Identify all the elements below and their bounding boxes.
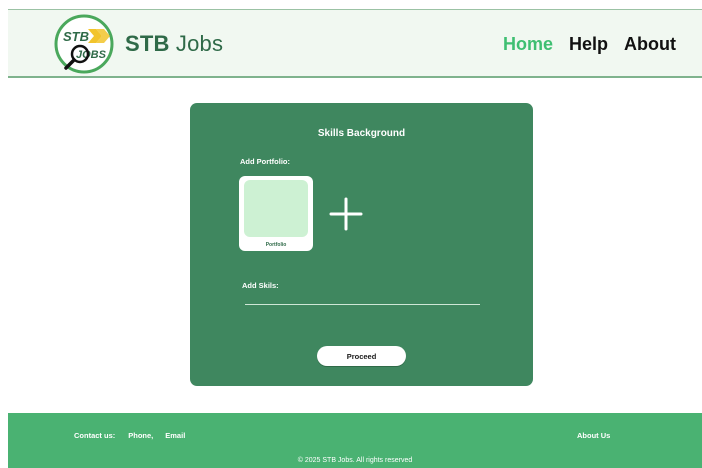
footer: Contact us: Phone, Email About Us © 2025 S… xyxy=(8,413,702,468)
copyright-text: © 2025 STB Jobs. All rights reserved xyxy=(297,457,413,464)
card-title: Skills Background xyxy=(317,128,406,139)
logo[interactable]: STB JOBS xyxy=(54,14,114,74)
nav-home[interactable]: Home xyxy=(503,34,553,55)
nav-help[interactable]: Help xyxy=(569,34,608,55)
contact-phone-link[interactable]: Phone, xyxy=(128,431,153,440)
brand-rest: Jobs xyxy=(169,31,224,56)
logo-text-bottom: JOBS xyxy=(76,49,107,61)
skills-card: Skills Background Add Portfolio: Portfol… xyxy=(190,103,533,386)
stb-logo-icon: STB JOBS xyxy=(54,14,114,74)
nav-about[interactable]: About xyxy=(624,34,676,55)
brand-name: STB Jobs xyxy=(125,31,223,57)
portfolio-preview xyxy=(244,180,308,237)
header-bar: STB JOBS STB Jobs Home Help About xyxy=(8,9,702,78)
logo-text-top: STB xyxy=(63,29,89,44)
footer-contact: Contact us: Phone, Email xyxy=(74,431,185,440)
plus-icon xyxy=(329,197,363,231)
footer-about-us-link[interactable]: About Us xyxy=(577,431,610,440)
contact-email-link[interactable]: Email xyxy=(165,431,185,440)
contact-label: Contact us: xyxy=(74,431,116,440)
skills-label: Add Skils: xyxy=(242,281,279,290)
portfolio-label: Add Portfolio: xyxy=(240,157,290,166)
portfolio-tile[interactable]: Portfolio xyxy=(239,176,313,251)
add-portfolio-button[interactable] xyxy=(328,196,364,232)
proceed-button[interactable]: Proceed xyxy=(317,346,406,366)
portfolio-caption: Portfolio xyxy=(265,242,287,248)
main-nav: Home Help About xyxy=(503,34,676,55)
brand-bold: STB xyxy=(125,31,170,56)
page: STB JOBS STB Jobs Home Help About Skills… xyxy=(0,0,702,468)
skills-input[interactable] xyxy=(245,293,480,305)
